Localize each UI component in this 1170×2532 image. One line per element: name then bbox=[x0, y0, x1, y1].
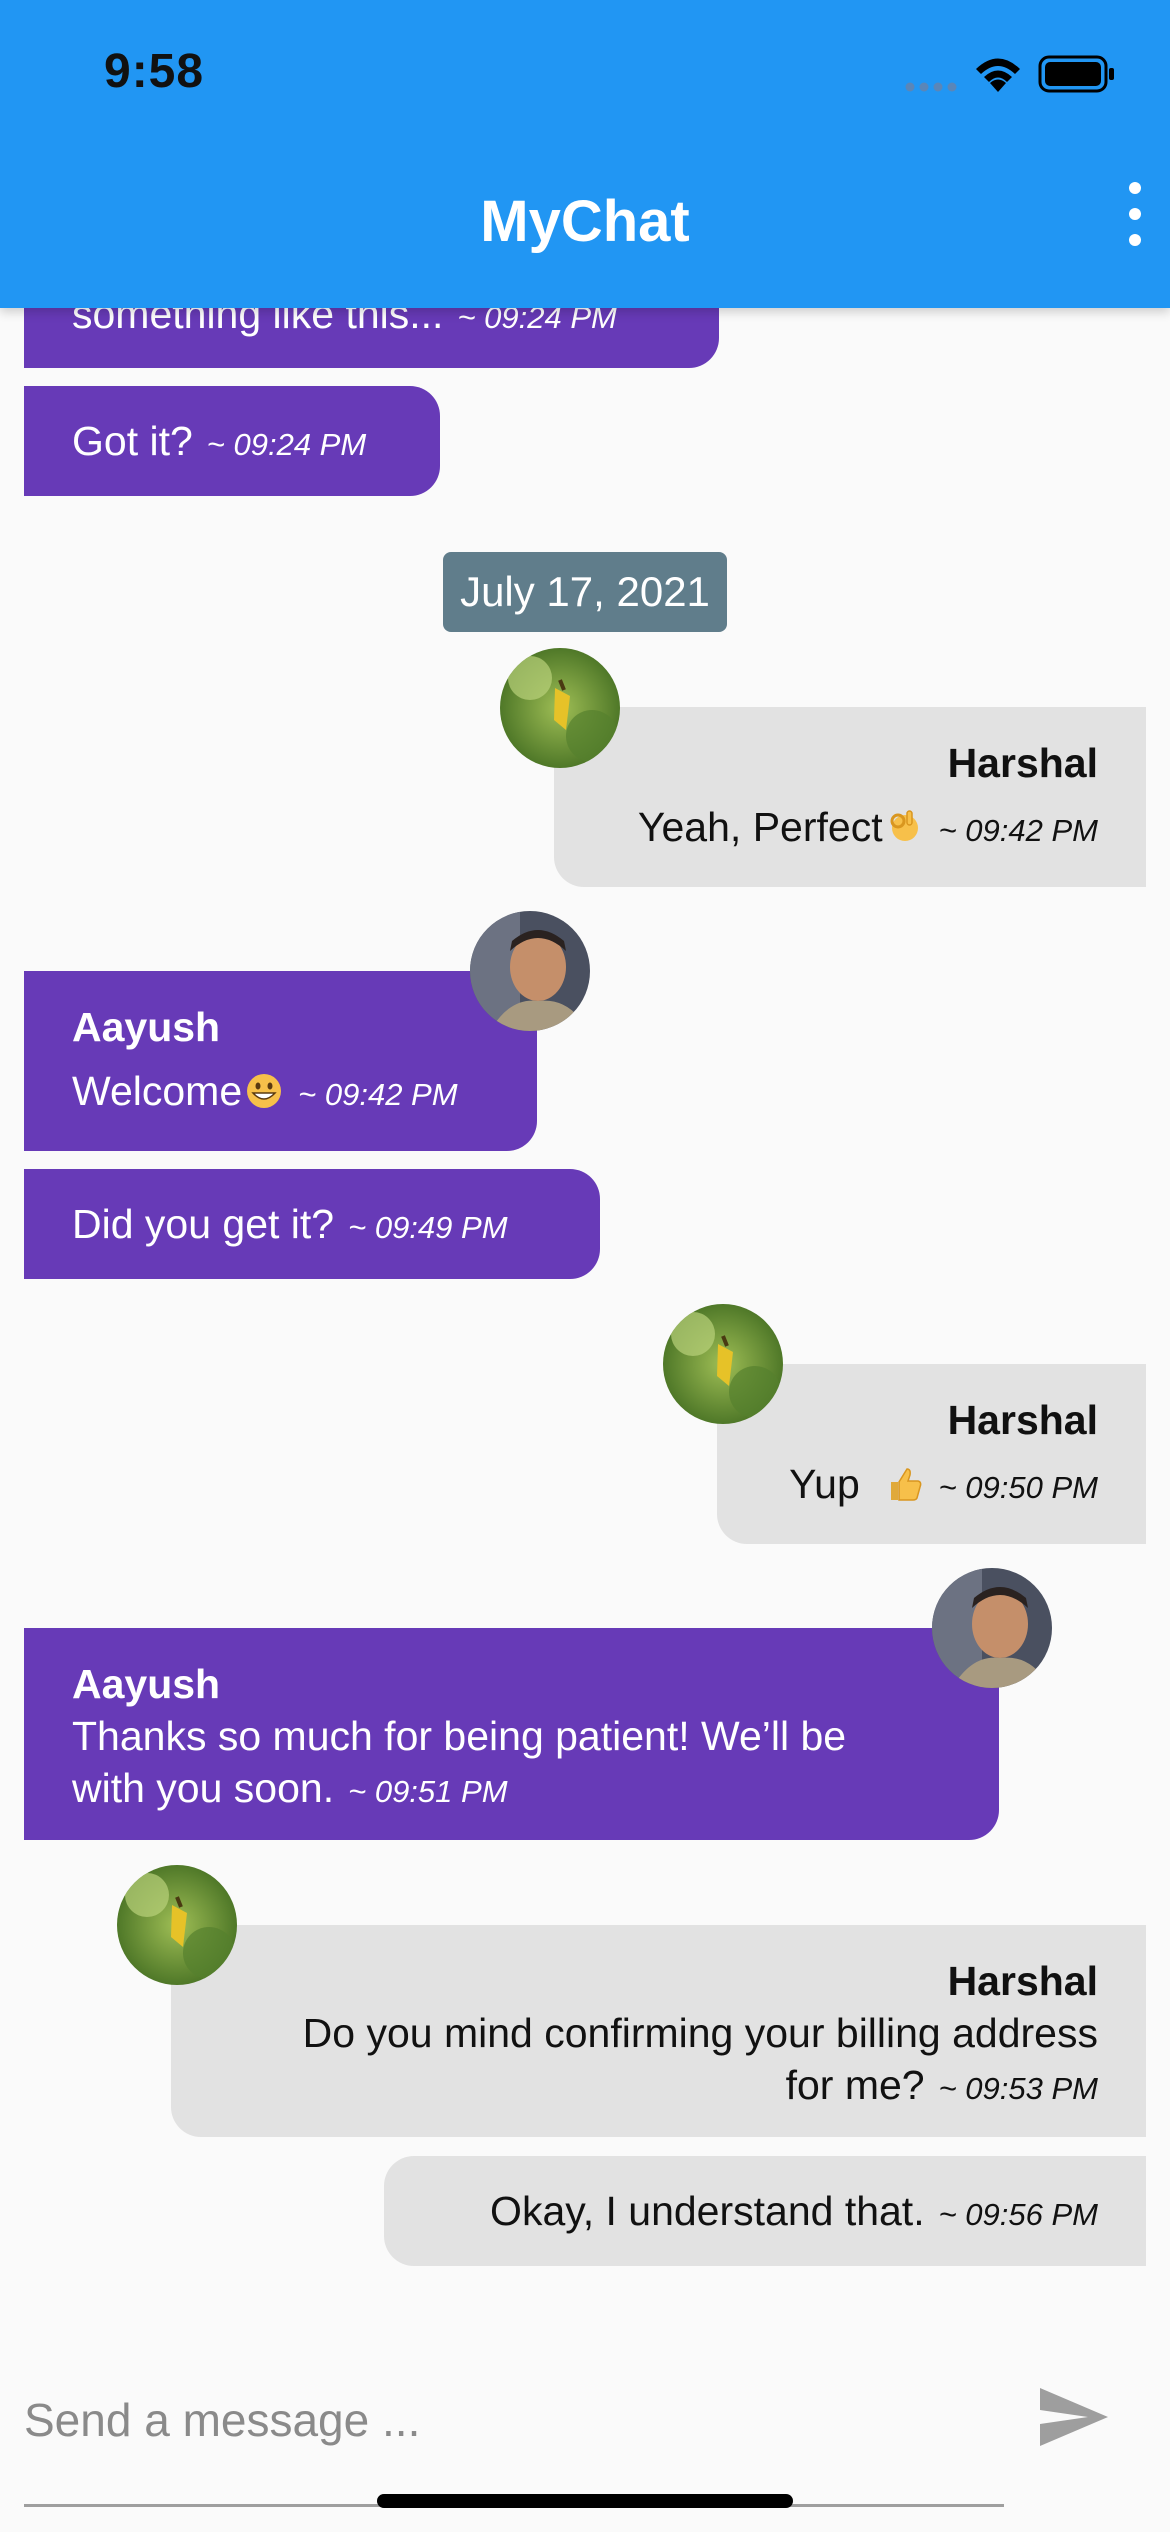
thumbs-up-emoji bbox=[890, 1468, 921, 1501]
message-text: Did you get it? bbox=[72, 1201, 335, 1247]
message-bubble-outgoing[interactable]: Harshal Do you mind confirming your bill… bbox=[171, 1925, 1146, 2137]
wifi-icon bbox=[976, 58, 1020, 92]
message-bubble-incoming[interactable]: Aayush Welcome ~ 09:42 PM bbox=[24, 971, 537, 1151]
message-text: Okay, I understand that. bbox=[490, 2188, 925, 2234]
send-icon[interactable] bbox=[1036, 2384, 1112, 2450]
status-time: 9:58 bbox=[104, 45, 205, 98]
sender-name: Aayush bbox=[72, 1661, 221, 1707]
message-bubble-outgoing[interactable]: Harshal Yeah, Perfect ~ 09:42 PM bbox=[554, 707, 1146, 887]
sender-name: Harshal bbox=[947, 740, 1098, 786]
avatar-aayush[interactable] bbox=[470, 911, 590, 1031]
message-time: ~ 09:50 PM bbox=[938, 1470, 1098, 1505]
message-time: ~ 09:24 PM bbox=[206, 427, 367, 462]
message-text: Yeah, Perfect bbox=[637, 804, 883, 850]
avatar-harshal[interactable] bbox=[500, 648, 620, 768]
avatar-aayush-image bbox=[470, 911, 590, 1031]
date-separator: July 17, 2021 bbox=[443, 552, 727, 632]
avatar-harshal-image bbox=[500, 648, 620, 768]
message-time: ~ 09:51 PM bbox=[348, 1774, 508, 1809]
message-input[interactable] bbox=[24, 2370, 1004, 2470]
signal-icon bbox=[905, 82, 957, 92]
home-indicator bbox=[377, 2494, 793, 2508]
avatar-harshal-image bbox=[663, 1304, 783, 1424]
message-bubble-incoming[interactable]: Did you get it? ~ 09:49 PM bbox=[24, 1169, 600, 1279]
message-time: ~ 09:42 PM bbox=[298, 1077, 458, 1112]
message-bubble-incoming[interactable]: Got it? ~ 09:24 PM bbox=[24, 386, 440, 496]
message-time: ~ 09:49 PM bbox=[348, 1210, 508, 1245]
app-bar: 9:58 MyChat bbox=[0, 0, 1170, 308]
message-bubble-incoming[interactable]: Aayush Thanks so much for being patient!… bbox=[24, 1628, 999, 1840]
avatar-harshal[interactable] bbox=[117, 1865, 237, 1985]
message-text: Yup bbox=[789, 1461, 860, 1507]
chat-list[interactable]: something like this... ~ 09:24 PM Got it?… bbox=[0, 0, 1170, 2532]
message-text: Got it? bbox=[72, 418, 193, 464]
avatar-harshal[interactable] bbox=[663, 1304, 783, 1424]
message-time: ~ 09:53 PM bbox=[938, 2071, 1098, 2106]
message-bubble-outgoing[interactable]: Okay, I understand that. ~ 09:56 PM bbox=[384, 2156, 1146, 2266]
avatar-aayush[interactable] bbox=[932, 1568, 1052, 1688]
message-text: with you soon. bbox=[72, 1765, 335, 1811]
avatar-aayush-image bbox=[932, 1568, 1052, 1688]
message-text: for me? bbox=[785, 2062, 925, 2108]
grinning-face-emoji bbox=[247, 1074, 282, 1108]
battery-icon bbox=[1038, 55, 1114, 93]
message-time: ~ 09:42 PM bbox=[938, 813, 1098, 848]
sender-name: Aayush bbox=[72, 1004, 221, 1050]
app-title: MyChat bbox=[480, 189, 690, 254]
message-text: Do you mind confirming your billing addr… bbox=[302, 2010, 1098, 2056]
ok-hand-emoji bbox=[890, 810, 918, 841]
avatar-harshal-image bbox=[117, 1865, 237, 1985]
message-bubble-outgoing[interactable]: Harshal Yup ~ 09:50 PM bbox=[717, 1364, 1146, 1544]
sender-name: Harshal bbox=[947, 1397, 1098, 1443]
sender-name: Harshal bbox=[947, 1958, 1098, 2004]
message-time: ~ 09:56 PM bbox=[938, 2197, 1098, 2232]
message-text: Thanks so much for being patient! We’ll … bbox=[72, 1713, 847, 1759]
message-text: Welcome bbox=[72, 1068, 243, 1114]
more-vert-icon[interactable] bbox=[1110, 182, 1160, 246]
